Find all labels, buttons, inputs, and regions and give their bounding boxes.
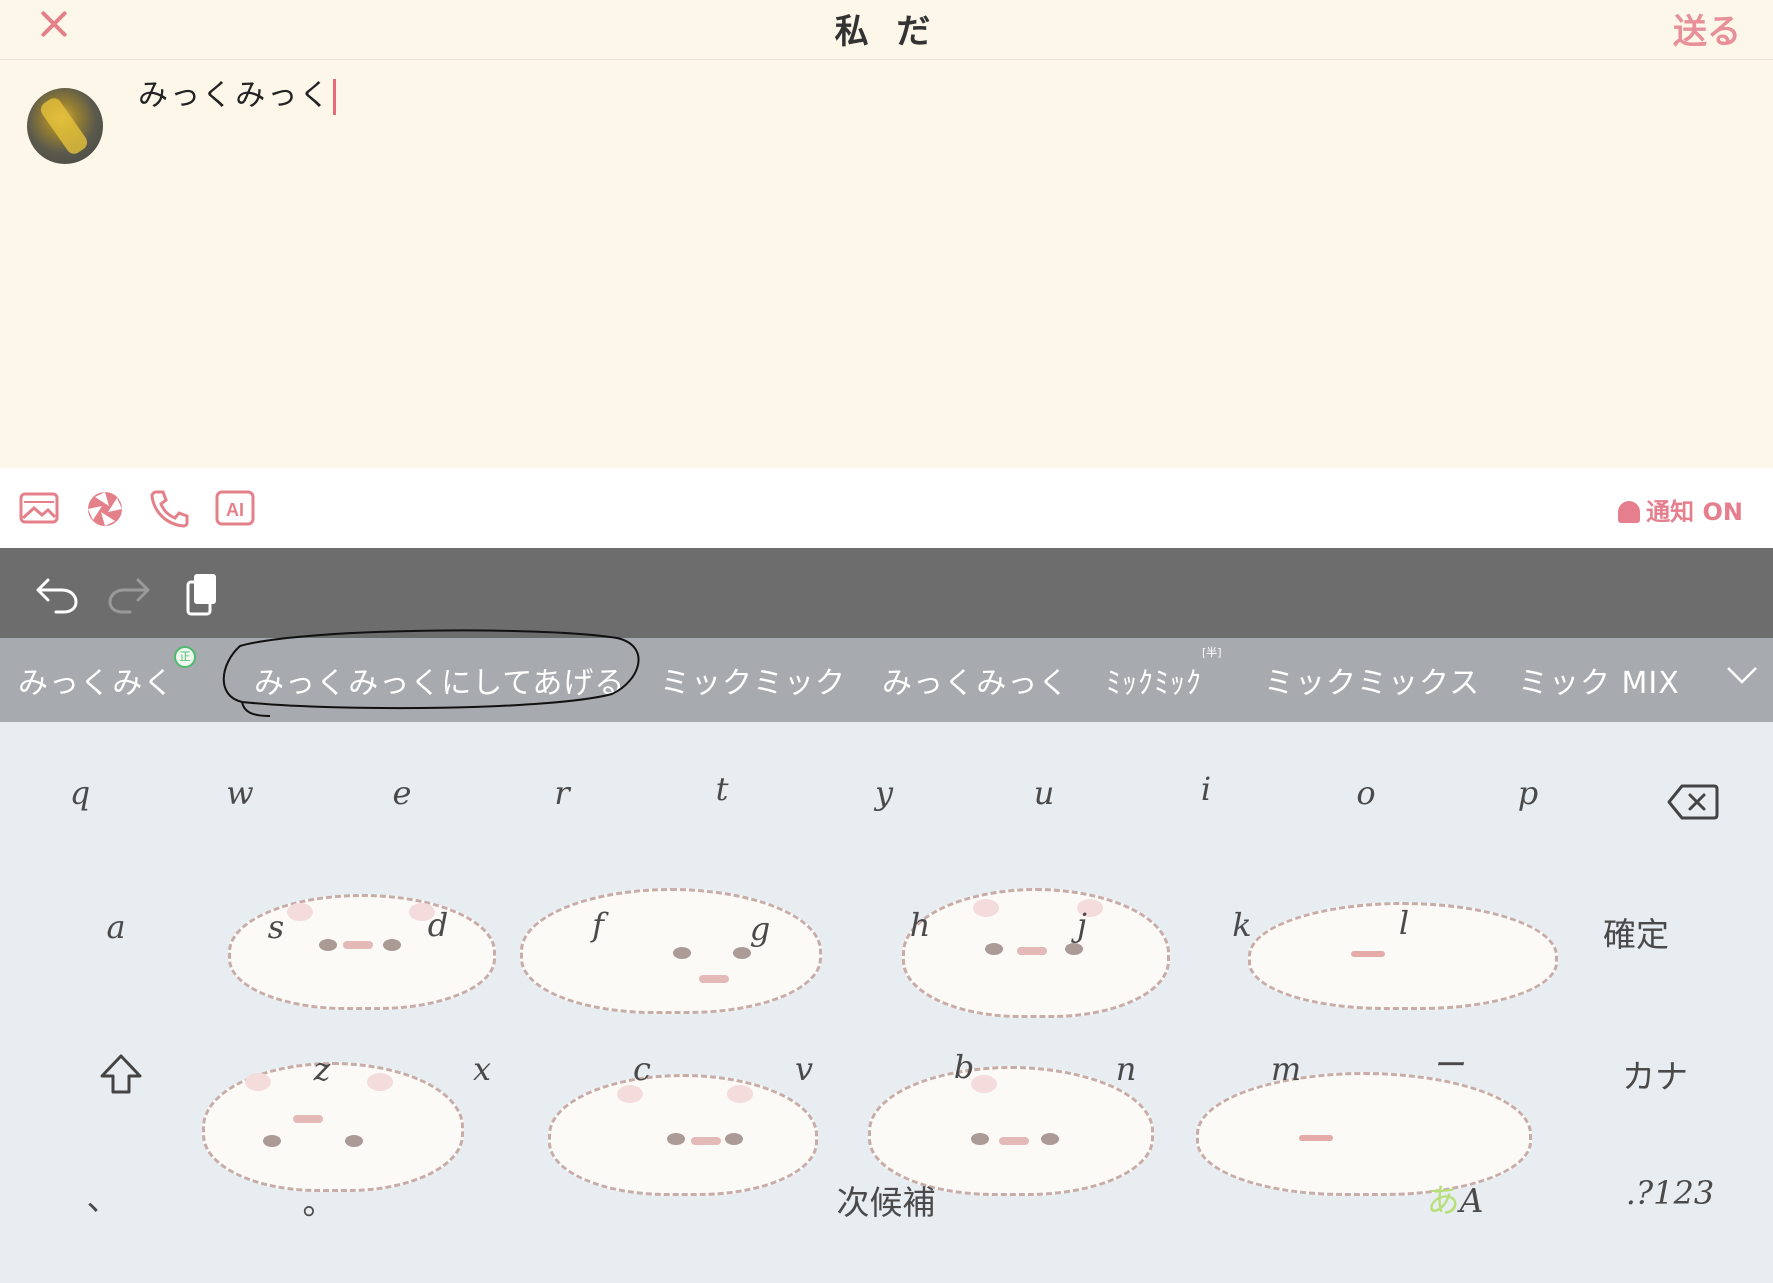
attachment-toolbar: AI 通知 ON <box>0 468 1773 548</box>
confirm-key[interactable]: 確定 <box>1576 908 1696 956</box>
key-f[interactable]: f <box>568 906 628 944</box>
notify-label: 通知 ON <box>1646 498 1743 526</box>
ai-label: AI <box>226 500 244 520</box>
edit-bar <box>0 548 1773 638</box>
image-icon[interactable] <box>18 488 60 528</box>
page-title: 私 だ <box>834 12 939 52</box>
text-caret <box>333 78 337 115</box>
mode-label-alpha: A <box>1459 1181 1484 1220</box>
key-z[interactable]: z <box>292 1050 352 1088</box>
notify-toggle[interactable]: 通知 ON <box>1618 492 1743 527</box>
eye <box>263 1135 281 1147</box>
ai-icon[interactable]: AI <box>214 488 256 528</box>
input-mode-key[interactable]: あA <box>1400 1174 1510 1222</box>
key-e[interactable]: e <box>372 774 432 812</box>
clipboard-icon[interactable] <box>180 570 228 618</box>
hamster-sticker <box>520 888 822 1014</box>
key-s[interactable]: s <box>246 908 306 946</box>
ear <box>367 1073 393 1091</box>
mouth <box>293 1115 323 1123</box>
send-button[interactable]: 送る <box>1673 4 1741 53</box>
eye <box>383 939 401 951</box>
key-o[interactable]: o <box>1336 774 1396 812</box>
candidate-item[interactable]: ﾐｯｸﾐｯｸ <box>1106 658 1202 702</box>
key-long-vowel[interactable]: ー <box>1418 1040 1478 1086</box>
candidate-item[interactable]: ミックミック <box>660 658 846 702</box>
eye <box>1041 1133 1059 1145</box>
mode-label-hiragana: あ <box>1426 1181 1460 1220</box>
mouth <box>1299 1135 1333 1141</box>
period-key[interactable]: 。 <box>264 1176 374 1224</box>
next-candidate-key[interactable]: 次候補 <box>806 1176 966 1224</box>
software-keyboard: q w e r t y u i o p a s d f g h j k l 確定… <box>0 722 1773 1283</box>
key-c[interactable]: c <box>612 1050 672 1088</box>
shift-icon[interactable] <box>98 1052 144 1096</box>
candidate-item[interactable]: みっくみっく <box>882 658 1069 702</box>
key-v[interactable]: v <box>774 1050 834 1088</box>
key-a[interactable]: a <box>86 908 146 946</box>
message-input[interactable]: みっくみっく <box>138 70 337 115</box>
undo-icon[interactable] <box>32 570 80 618</box>
kana-key[interactable]: カナ <box>1600 1050 1710 1098</box>
key-u[interactable]: u <box>1014 774 1074 812</box>
hamster-sticker <box>548 1074 818 1196</box>
key-r[interactable]: r <box>532 774 592 812</box>
mouth <box>691 1137 721 1145</box>
key-y[interactable]: y <box>854 774 914 812</box>
mouth <box>1351 951 1385 957</box>
compose-area[interactable]: みっくみっく <box>0 60 1773 468</box>
phone-icon[interactable] <box>148 488 190 528</box>
key-k[interactable]: k <box>1212 906 1272 944</box>
key-i[interactable]: i <box>1176 770 1236 808</box>
mouth <box>999 1137 1029 1145</box>
numbers-key[interactable]: .?123 <box>1610 1174 1730 1212</box>
key-d[interactable]: d <box>408 906 468 944</box>
key-x[interactable]: x <box>452 1050 512 1088</box>
candidate-item[interactable]: みっくみく <box>18 658 174 702</box>
key-h[interactable]: h <box>890 906 950 944</box>
eye <box>673 947 691 959</box>
eye <box>985 943 1003 955</box>
camera-shutter-icon[interactable] <box>84 488 126 528</box>
candidate-item[interactable]: ミック MIX <box>1518 658 1680 702</box>
eye <box>971 1133 989 1145</box>
chevron-down-icon[interactable] <box>1725 660 1759 690</box>
eye <box>733 947 751 959</box>
ear <box>245 1073 271 1091</box>
eye <box>319 939 337 951</box>
key-g[interactable]: g <box>730 910 790 948</box>
comma-key[interactable]: 、 <box>48 1172 158 1220</box>
mouth <box>699 975 729 983</box>
key-w[interactable]: w <box>210 774 270 812</box>
hankaku-badge: [半] <box>1202 646 1222 659</box>
key-n[interactable]: n <box>1096 1050 1156 1088</box>
key-t[interactable]: t <box>692 770 752 808</box>
candidate-item[interactable]: ミックミックス <box>1264 658 1480 702</box>
key-j[interactable]: j <box>1052 906 1112 944</box>
header-bar: 私 だ 送る <box>0 0 1773 60</box>
ear <box>727 1085 753 1103</box>
eye <box>725 1133 743 1145</box>
eye <box>1065 943 1083 955</box>
backspace-icon[interactable] <box>1666 782 1720 822</box>
redo-icon[interactable] <box>106 570 154 618</box>
seisho-badge: 正 <box>174 646 196 668</box>
ear <box>973 899 999 917</box>
key-m[interactable]: m <box>1256 1050 1316 1088</box>
mouth <box>1017 947 1047 955</box>
eye <box>345 1135 363 1147</box>
message-text: みっくみっく <box>138 78 332 113</box>
key-b[interactable]: b <box>934 1048 994 1086</box>
avatar <box>27 88 103 164</box>
key-l[interactable]: l <box>1374 904 1434 942</box>
eye <box>667 1133 685 1145</box>
bell-icon <box>1618 501 1641 523</box>
key-q[interactable]: q <box>50 774 110 812</box>
ink-annotation-ellipse <box>222 629 640 717</box>
mouth <box>343 941 373 949</box>
key-p[interactable]: p <box>1498 774 1558 812</box>
